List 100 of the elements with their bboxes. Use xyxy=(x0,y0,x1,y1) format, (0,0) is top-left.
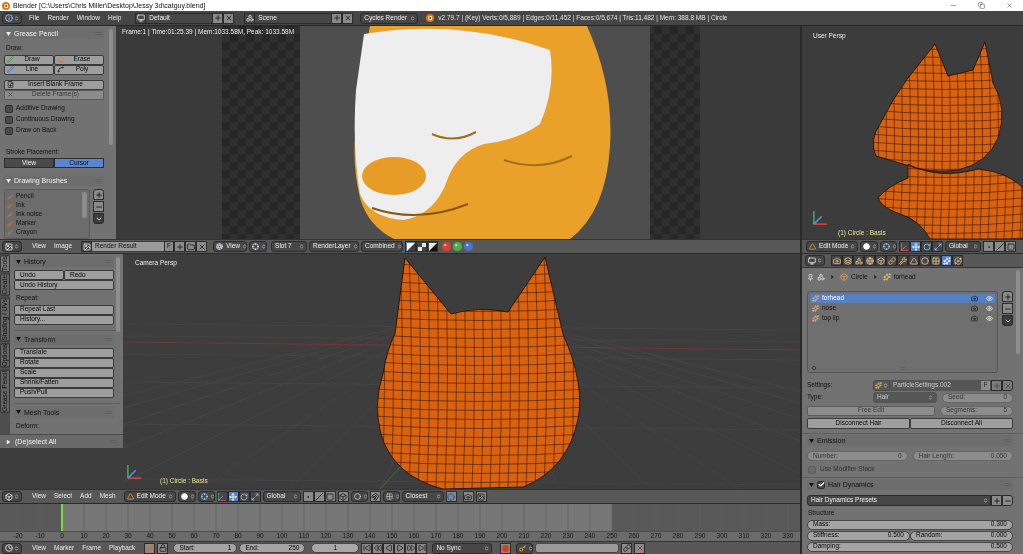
square-icon xyxy=(1006,242,1015,251)
context-tab[interactable] xyxy=(930,255,941,266)
record-button[interactable] xyxy=(500,542,512,554)
context-tab[interactable] xyxy=(952,255,963,266)
plus-icon xyxy=(94,190,103,199)
manipulator-toggle[interactable] xyxy=(249,491,261,502)
browse-layout-button[interactable] xyxy=(135,12,147,24)
manipulator-toggle[interactable] xyxy=(910,241,921,252)
context-tab[interactable] xyxy=(897,255,908,266)
jump-start-button[interactable] xyxy=(361,542,373,554)
plus-icon xyxy=(332,14,341,22)
add-brush-button[interactable] xyxy=(93,189,104,200)
proportional-dropdown[interactable] xyxy=(350,491,368,502)
jump-end-button[interactable] xyxy=(416,542,428,554)
next-keyframe-button[interactable] xyxy=(405,542,417,554)
shapes-icon xyxy=(854,256,863,265)
context-tab[interactable] xyxy=(908,255,919,266)
manipulator-toggle[interactable] xyxy=(921,241,932,252)
circle-icon xyxy=(920,256,929,265)
remove-particle-system-button[interactable] xyxy=(1002,303,1013,314)
context-tab[interactable] xyxy=(875,255,886,266)
face-select-button[interactable] xyxy=(1005,241,1016,252)
context-tab[interactable] xyxy=(842,255,853,266)
edge-select-button[interactable] xyxy=(994,241,1005,252)
snap-align-button[interactable] xyxy=(445,491,457,502)
dropdown-arrows-icon xyxy=(983,497,988,504)
new-image-button[interactable] xyxy=(174,241,186,252)
pivot-dropdown[interactable] xyxy=(880,241,897,252)
edge-select-button[interactable] xyxy=(313,491,325,502)
keyframe-toggle[interactable] xyxy=(144,542,156,554)
context-tab[interactable] xyxy=(886,255,897,266)
context-tab[interactable] xyxy=(941,255,952,266)
keying-dropdown[interactable] xyxy=(516,542,534,554)
delete-keyframe-button[interactable] xyxy=(634,542,646,554)
unlink-settings-button[interactable] xyxy=(1002,380,1013,391)
occlude-geometry-button[interactable] xyxy=(337,491,349,502)
manipulator-toggle[interactable] xyxy=(227,491,239,502)
close-icon xyxy=(1005,2,1013,9)
manipulator-toggle[interactable] xyxy=(932,241,943,252)
editor-type-button[interactable] xyxy=(805,255,825,266)
unlink-image-button[interactable] xyxy=(196,241,208,252)
shading-dropdown[interactable] xyxy=(860,241,878,252)
face-select-button[interactable] xyxy=(324,491,336,502)
context-tab[interactable] xyxy=(864,255,875,266)
sphere-icon[interactable] xyxy=(453,242,463,251)
manipulator-toggle[interactable] xyxy=(899,241,910,252)
brush-menu-button[interactable] xyxy=(93,213,104,224)
checkbox[interactable] xyxy=(5,115,13,124)
manipulator-toggle[interactable] xyxy=(238,491,250,502)
play-button[interactable] xyxy=(394,542,406,554)
context-tab[interactable] xyxy=(853,255,864,266)
particle-menu-button[interactable] xyxy=(1002,315,1013,326)
browse-scene-button[interactable] xyxy=(244,12,256,24)
keying-set-field[interactable] xyxy=(535,543,620,553)
add-scene-button[interactable] xyxy=(331,12,343,24)
browse-settings-button[interactable] xyxy=(873,380,890,391)
render-animation-button[interactable] xyxy=(475,491,487,502)
info-icon xyxy=(5,14,13,22)
editor-type-button[interactable] xyxy=(2,241,22,252)
delete-layout-button[interactable] xyxy=(223,12,235,24)
delete-scene-button[interactable] xyxy=(342,12,354,24)
checkbox[interactable] xyxy=(817,480,825,489)
editor-type-button[interactable] xyxy=(2,542,22,554)
editor-type-button[interactable] xyxy=(2,491,22,502)
shading-dropdown[interactable] xyxy=(177,491,196,502)
context-tab[interactable] xyxy=(831,255,842,266)
axes-icon xyxy=(900,242,909,251)
brush-icon xyxy=(7,220,13,227)
wrench-icon xyxy=(898,256,907,265)
remove-brush-button[interactable] xyxy=(93,201,104,212)
open-image-button[interactable] xyxy=(185,241,197,252)
manipulator-toggle[interactable] xyxy=(216,491,228,502)
sparkles-icon xyxy=(882,273,891,281)
add-preset-button[interactable] xyxy=(991,495,1002,506)
lock-toggle[interactable] xyxy=(157,542,169,554)
snap-element-dropdown[interactable] xyxy=(382,491,400,502)
new-settings-button[interactable] xyxy=(991,380,1002,391)
cross-icon xyxy=(7,91,14,98)
render-still-button[interactable] xyxy=(462,491,474,502)
context-tab[interactable] xyxy=(919,255,930,266)
scrollbar[interactable] xyxy=(82,192,87,218)
insert-keyframe-button[interactable] xyxy=(621,542,633,554)
pivot-dropdown[interactable] xyxy=(197,491,215,502)
camera-icon xyxy=(832,256,841,265)
vertex-select-button[interactable] xyxy=(983,241,994,252)
add-layout-button[interactable] xyxy=(212,12,224,24)
vertex-select-button[interactable] xyxy=(302,491,314,502)
checkbox[interactable] xyxy=(5,104,13,113)
add-particle-system-button[interactable] xyxy=(1002,291,1013,302)
remove-preset-button[interactable] xyxy=(1002,495,1013,506)
snap-toggle[interactable] xyxy=(369,491,381,502)
play-reverse-button[interactable] xyxy=(383,542,395,554)
close-icon xyxy=(1003,381,1012,390)
sphere-icon[interactable] xyxy=(464,242,474,251)
editor-type-button[interactable] xyxy=(2,12,22,24)
sample-dropdown[interactable] xyxy=(249,241,268,252)
checkbox[interactable] xyxy=(5,126,13,135)
sphere-icon[interactable] xyxy=(442,242,452,251)
previous-keyframe-button[interactable] xyxy=(372,542,384,554)
browse-image-button[interactable] xyxy=(81,241,93,252)
